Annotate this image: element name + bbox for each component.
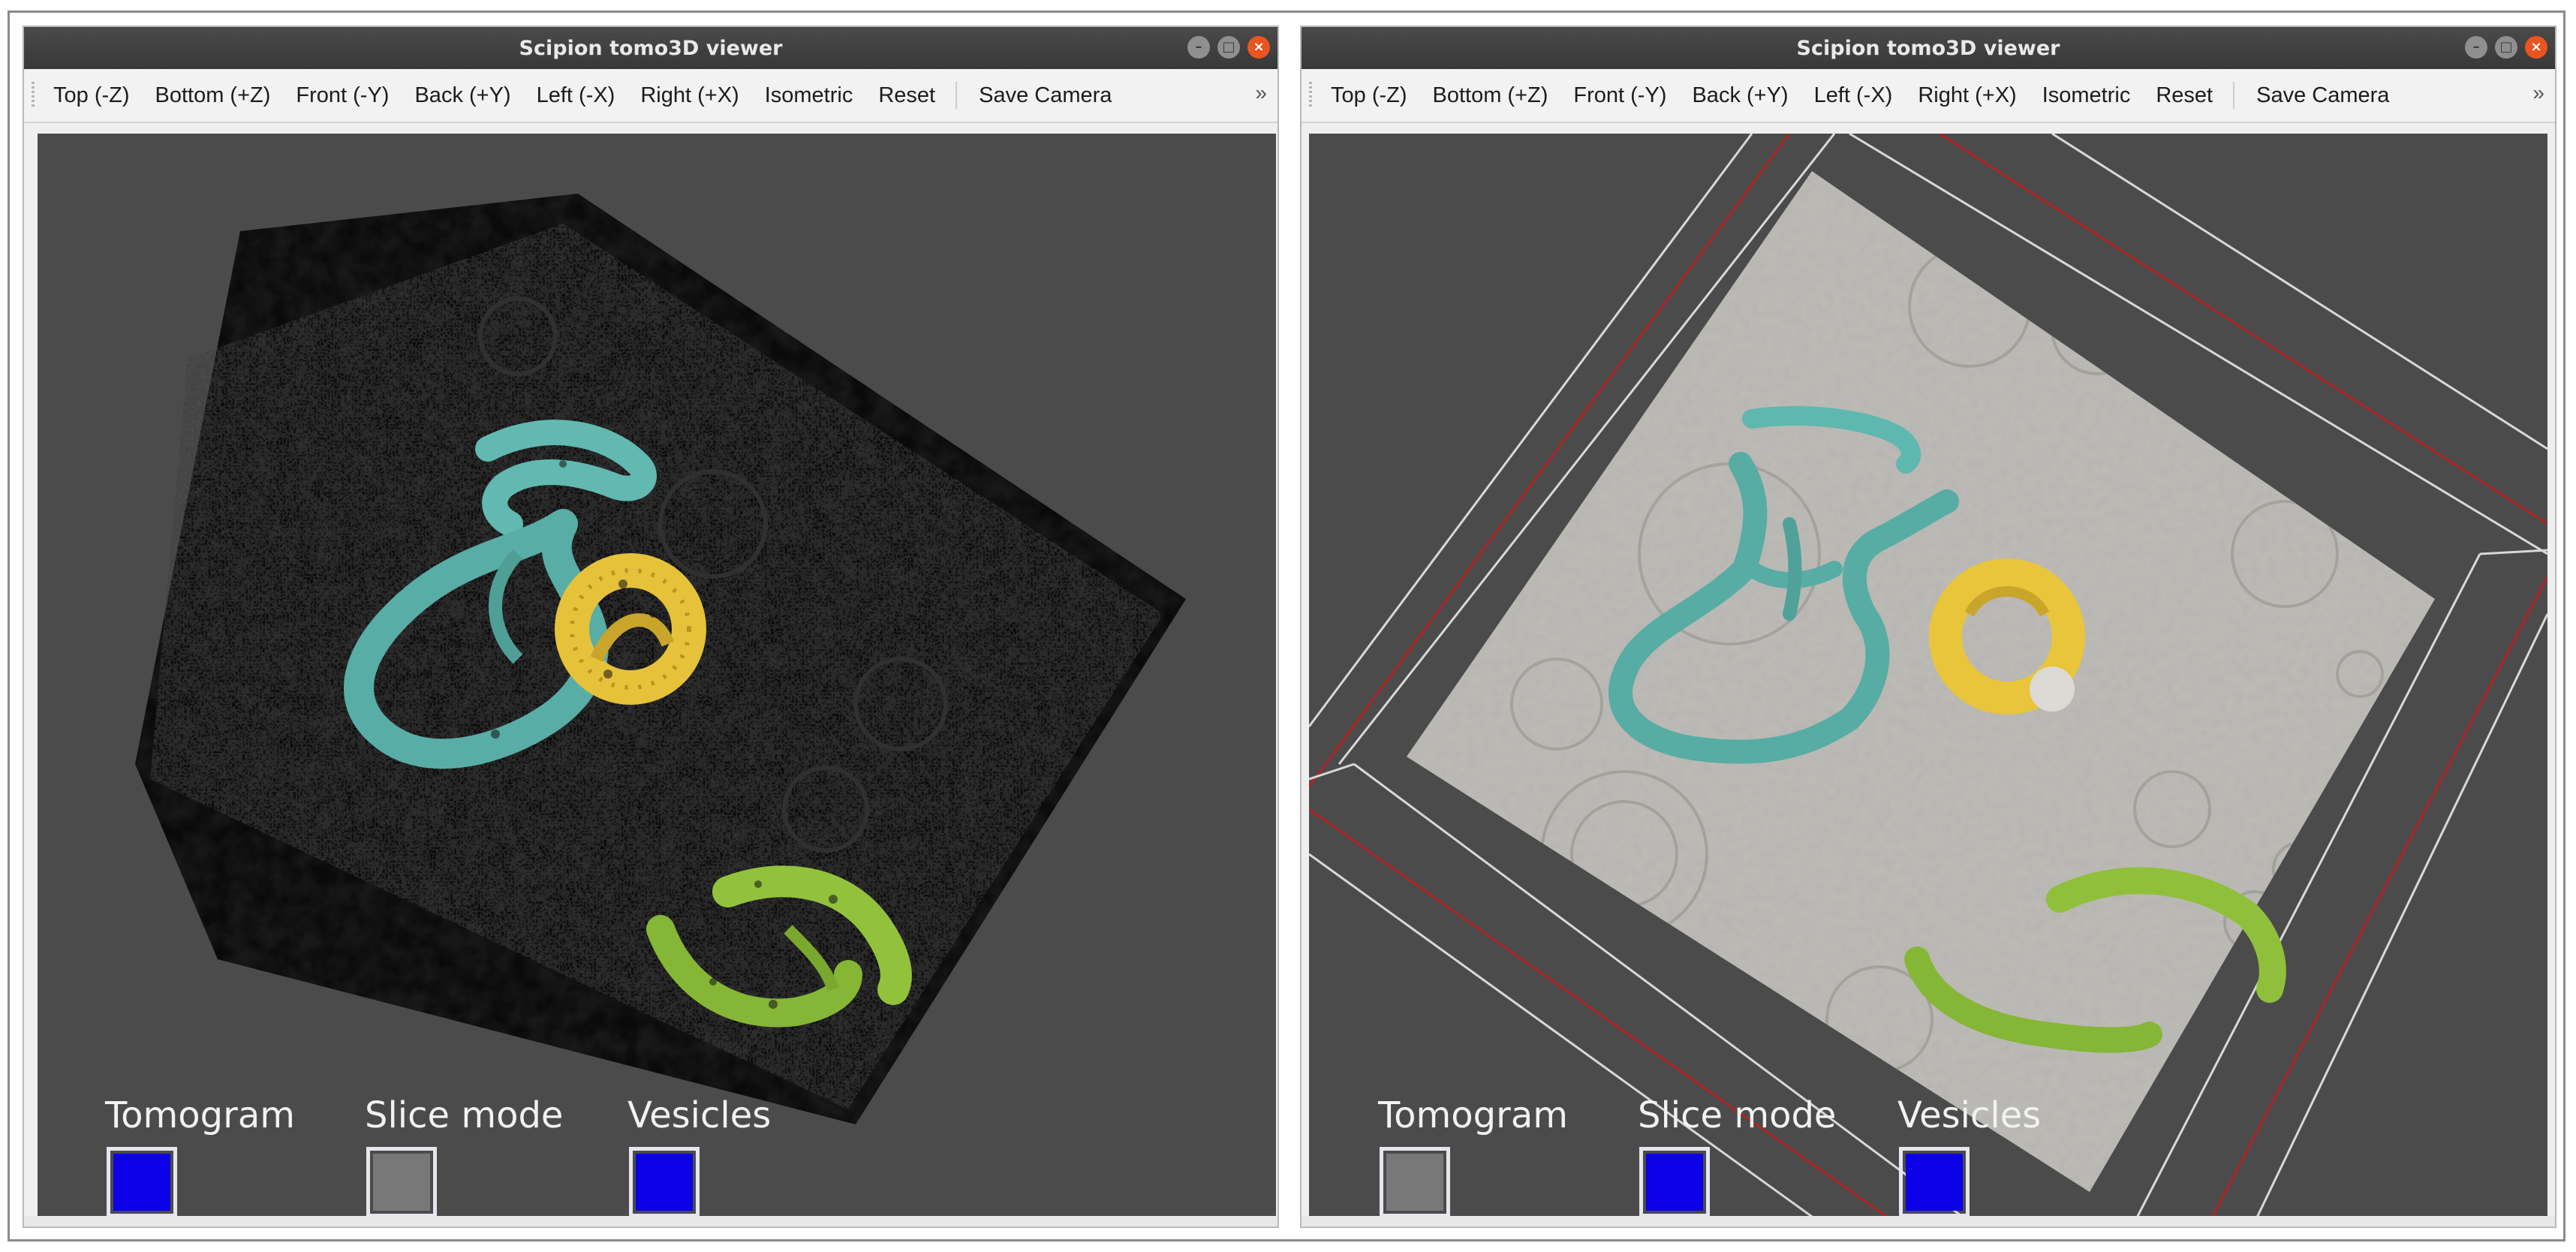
maximize-icon[interactable]: □ xyxy=(2495,36,2517,59)
tomogram-toggle-label: Tomogram xyxy=(1378,1094,1569,1136)
toolbar-overflow-icon[interactable]: » xyxy=(1255,81,1267,105)
vesicles-toggle[interactable] xyxy=(629,1147,700,1217)
viewer-window-left: Scipion tomo3D viewer – □ × Top (-Z) Bot… xyxy=(23,26,1279,1228)
top-view-button[interactable]: Top (-Z) xyxy=(1318,83,1420,108)
save-camera-button[interactable]: Save Camera xyxy=(966,83,1124,108)
tomogram-slice-render xyxy=(1309,134,2547,1222)
camera-toolbar: Top (-Z) Bottom (+Z) Front (-Y) Back (+Y… xyxy=(24,69,1277,123)
tomogram-volume-render xyxy=(135,194,1186,1124)
close-icon[interactable]: × xyxy=(2525,36,2547,59)
window-titlebar[interactable]: Scipion tomo3D viewer – □ × xyxy=(1302,27,2555,69)
toolbar-grip-icon[interactable] xyxy=(1309,82,1312,109)
reset-view-button[interactable]: Reset xyxy=(865,83,948,108)
vesicles-toggle-label: Vesicles xyxy=(1897,1094,2042,1136)
top-view-button[interactable]: Top (-Z) xyxy=(41,83,143,108)
isometric-view-button[interactable]: Isometric xyxy=(752,83,866,108)
back-view-button[interactable]: Back (+Y) xyxy=(1679,83,1801,108)
vesicles-toggle[interactable] xyxy=(1899,1147,1970,1217)
minimize-icon[interactable]: – xyxy=(2465,36,2487,59)
close-icon[interactable]: × xyxy=(1247,36,1270,59)
front-view-button[interactable]: Front (-Y) xyxy=(283,83,402,108)
bottom-view-button[interactable]: Bottom (+Z) xyxy=(143,83,284,108)
toolbar-separator xyxy=(955,82,958,109)
back-view-button[interactable]: Back (+Y) xyxy=(402,83,523,108)
left-view-button[interactable]: Left (-X) xyxy=(1801,83,1906,108)
window-titlebar[interactable]: Scipion tomo3D viewer – □ × xyxy=(24,27,1277,69)
right-view-button[interactable]: Right (+X) xyxy=(1905,83,2029,108)
render-viewport[interactable]: Tomogram Slice mode Vesicles xyxy=(38,134,1276,1222)
right-view-button[interactable]: Right (+X) xyxy=(627,83,751,108)
window-status-strip xyxy=(24,1216,1277,1226)
marker-sphere xyxy=(2030,667,2075,712)
toolbar-separator xyxy=(2233,82,2235,109)
render-viewport[interactable]: Tomogram Slice mode Vesicles xyxy=(1309,134,2547,1222)
slice-mode-toggle[interactable] xyxy=(1639,1147,1710,1217)
window-title: Scipion tomo3D viewer xyxy=(1796,36,2060,60)
tomogram-toggle[interactable] xyxy=(107,1147,177,1217)
left-view-button[interactable]: Left (-X) xyxy=(524,83,628,108)
viewer-window-right: Scipion tomo3D viewer – □ × Top (-Z) Bot… xyxy=(1300,26,2556,1228)
window-status-strip xyxy=(1302,1216,2555,1226)
slice-mode-toggle-label: Slice mode xyxy=(1638,1094,1837,1136)
slice-mode-toggle[interactable] xyxy=(366,1147,437,1217)
minimize-icon[interactable]: – xyxy=(1187,36,1210,59)
front-view-button[interactable]: Front (-Y) xyxy=(1560,83,1679,108)
save-camera-button[interactable]: Save Camera xyxy=(2243,83,2402,108)
toolbar-overflow-icon[interactable]: » xyxy=(2532,81,2544,105)
tomogram-toggle[interactable] xyxy=(1380,1147,1450,1217)
bottom-view-button[interactable]: Bottom (+Z) xyxy=(1420,83,1561,108)
maximize-icon[interactable]: □ xyxy=(1217,36,1240,59)
vesicles-toggle-label: Vesicles xyxy=(627,1094,772,1136)
tomogram-toggle-label: Tomogram xyxy=(105,1094,296,1136)
slice-mode-toggle-label: Slice mode xyxy=(365,1094,564,1136)
toolbar-grip-icon[interactable] xyxy=(32,82,35,109)
camera-toolbar: Top (-Z) Bottom (+Z) Front (-Y) Back (+Y… xyxy=(1302,69,2555,123)
reset-view-button[interactable]: Reset xyxy=(2143,83,2225,108)
isometric-view-button[interactable]: Isometric xyxy=(2030,83,2144,108)
window-title: Scipion tomo3D viewer xyxy=(519,36,783,60)
